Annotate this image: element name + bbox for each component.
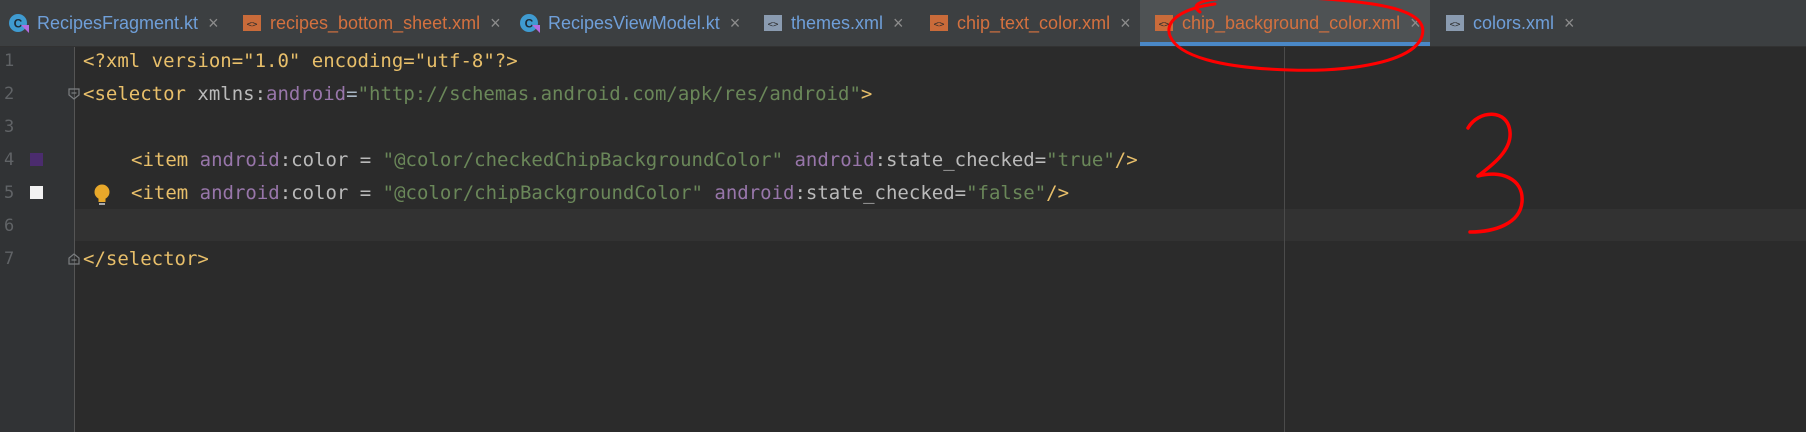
code-line-5[interactable]: <item android:color = "@color/chipBackgr… [131,177,1069,209]
tab-label: recipes_bottom_sheet.xml [270,12,481,33]
xmlns-attr: xmlns: [197,83,267,105]
tab-recipes-bottom-sheet[interactable]: <> recipes_bottom_sheet.xml × [241,0,501,46]
tab-label: chip_text_color.xml [957,12,1111,33]
close-tab-icon[interactable]: × [208,13,219,34]
lightbulb-icon[interactable] [92,183,112,207]
svg-text:<>: <> [1159,20,1170,30]
tab-label: colors.xml [1473,12,1555,33]
state-checked-value: "true" [1046,149,1115,171]
tab-label: RecipesFragment.kt [37,12,199,33]
namespace-uri-value: "http://schemas.android.com/apk/res/andr… [357,83,861,105]
xml-file-icon: <> [243,15,261,31]
close-tab-icon[interactable]: × [893,13,904,34]
color-swatch-checked-chip[interactable] [30,153,43,166]
android-namespace: android [783,149,875,171]
xml-declaration: <?xml version="1.0" encoding="utf-8"?> [83,50,518,72]
item-open-tag: <item [131,149,200,171]
line-number: 1 [4,51,15,71]
code-line-4[interactable]: <item android:color = "@color/checkedChi… [131,144,1138,176]
tab-chip-text-color[interactable]: <> chip_text_color.xml × [928,0,1131,46]
editor-tab-bar: C RecipesFragment.kt × <> recipes_bottom… [0,0,1806,47]
tab-chip-background-color[interactable]: <> chip_background_color.xml × [1140,0,1430,46]
item-open-tag: <item [131,182,200,204]
fold-end-icon[interactable] [68,253,80,265]
android-namespace: android [266,83,347,105]
right-margin-guide [1284,47,1285,432]
xml-values-file-icon: <> [1446,15,1464,31]
tab-label: themes.xml [791,12,884,33]
tab-colors[interactable]: <> colors.xml × [1444,0,1575,46]
tab-recipes-view-model[interactable]: C RecipesViewModel.kt × [519,0,740,46]
close-tab-icon[interactable]: × [1564,13,1575,34]
xml-file-icon: <> [1155,15,1173,31]
self-close: /> [1046,182,1070,204]
tab-themes[interactable]: <> themes.xml × [762,0,904,46]
color-attr: :color = [279,149,383,171]
line-number: 4 [4,150,15,170]
tab-recipes-fragment[interactable]: C RecipesFragment.kt × [8,0,219,46]
kotlin-class-icon: C [520,14,540,33]
tab-label: chip_background_color.xml [1182,12,1401,33]
kotlin-class-icon: C [9,14,29,33]
color-value: "@color/checkedChipBackgroundColor" [382,149,784,171]
close-tab-icon[interactable]: × [1120,13,1131,34]
selector-open-tag: <selector [83,83,198,105]
color-value: "@color/chipBackgroundColor" [382,182,703,204]
close-tab-icon[interactable]: × [730,13,741,34]
tab-label: RecipesViewModel.kt [548,12,720,33]
code-line-1[interactable]: <?xml version="1.0" encoding="utf-8"?> [83,45,518,77]
xml-file-icon: <> [930,15,948,31]
handwritten-three-text: 3 [1500,199,1501,201]
self-close: /> [1114,149,1138,171]
code-line-7[interactable]: </selector> [83,243,209,275]
close-tab-icon[interactable]: × [490,13,501,34]
line-number: 2 [4,84,15,104]
line-number: 6 [4,216,15,236]
svg-text:C: C [525,17,534,31]
android-namespace: android [199,149,280,171]
current-line-highlight [75,209,1806,241]
selector-close-tag: </selector> [83,248,209,270]
color-attr: :color = [279,182,383,204]
fold-collapse-icon[interactable] [68,88,80,100]
svg-text:<>: <> [1450,20,1461,30]
tag-close: > [860,83,873,105]
state-checked-value: "false" [966,182,1047,204]
code-line-2[interactable]: <selector xmlns:android="http://schemas.… [83,78,872,110]
svg-text:<>: <> [247,20,258,30]
svg-text:<>: <> [768,20,779,30]
svg-text:C: C [14,17,23,31]
line-number: 5 [4,183,15,203]
line-number: 7 [4,249,15,269]
close-tab-icon[interactable]: × [1410,13,1421,34]
equals-sign: = [346,83,358,105]
state-checked-attr: :state_checked= [794,182,967,204]
android-namespace: android [199,182,280,204]
svg-text:<>: <> [934,20,945,30]
android-namespace: android [702,182,795,204]
line-number: 3 [4,117,15,137]
state-checked-attr: :state_checked= [874,149,1047,171]
color-swatch-chip[interactable] [30,186,43,199]
xml-values-file-icon: <> [764,15,782,31]
